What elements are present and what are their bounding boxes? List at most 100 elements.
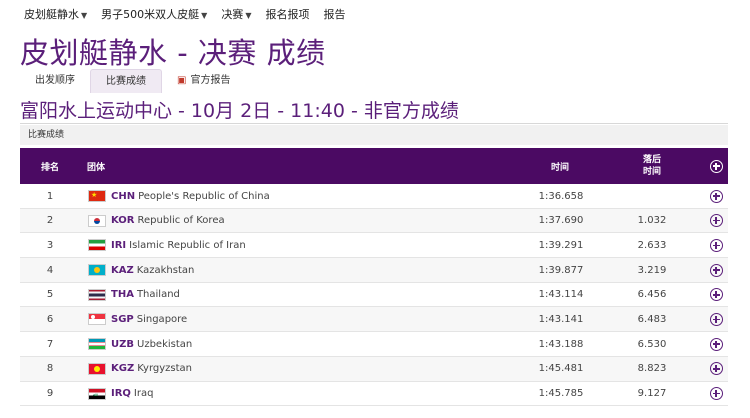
expand-row-button[interactable]	[708, 307, 724, 331]
table-row: 1 ★ CHN People's Republic of China 1:36.…	[20, 184, 728, 209]
table-row: 9 ﷲ IRQ Iraq 1:45.785 9.127	[20, 382, 728, 407]
team-cell: UZB Uzbekistan	[88, 332, 192, 356]
table-body: 1 ★ CHN People's Republic of China 1:36.…	[20, 184, 728, 407]
iran-flag-icon	[88, 239, 106, 252]
rank-cell: 9	[46, 388, 54, 399]
behind-cell: 3.219	[637, 264, 667, 276]
nav-discipline[interactable]: 皮划艇静水 ▼	[24, 6, 87, 22]
results-table: 排名 团体 时间 落后 时间 1 ★ CHN People's Republic …	[20, 148, 728, 407]
thailand-flag-icon	[88, 288, 106, 301]
rank-cell: 6	[46, 313, 54, 325]
uzbekistan-flag-icon	[88, 338, 106, 351]
time-cell: 1:45.785	[538, 388, 584, 399]
plus-circle-icon	[709, 312, 723, 326]
time-cell: 1:43.114	[538, 289, 584, 301]
table-header: 排名 团体 时间 落后 时间	[20, 148, 728, 184]
country-code: THA	[111, 289, 134, 301]
time-cell: 1:36.658	[538, 190, 584, 202]
china-flag-icon: ★	[88, 190, 106, 202]
country-name: Iraq	[133, 388, 154, 399]
plus-circle-icon	[709, 387, 723, 400]
rank-cell: 8	[46, 363, 54, 375]
country-name: Thailand	[136, 289, 180, 301]
header-team: 团体	[87, 162, 106, 173]
plus-circle-icon	[709, 263, 723, 277]
country-name: Republic of Korea	[137, 215, 225, 227]
page-title: 皮划艇静水 - 决赛 成绩	[20, 36, 326, 70]
behind-cell: 1.032	[637, 215, 667, 227]
section-label: 比赛成绩	[20, 125, 728, 145]
country-name: Islamic Republic of Iran	[129, 239, 246, 251]
country-name: People's Republic of China	[138, 190, 270, 202]
rank-cell: 2	[46, 215, 54, 227]
expand-row-button[interactable]	[708, 258, 724, 282]
team-cell: SGP Singapore	[88, 307, 187, 331]
rank-cell: 1	[46, 190, 54, 202]
pdf-icon: ▣	[177, 75, 187, 86]
country-name: Uzbekistan	[137, 338, 193, 350]
chevron-down-icon: ▼	[245, 11, 252, 20]
nav-reports[interactable]: 报告	[323, 6, 345, 22]
rank-cell: 3	[46, 239, 54, 251]
team-cell: ★ CHN People's Republic of China	[88, 184, 270, 208]
behind-cell: 2.633	[637, 239, 667, 251]
nav-entries[interactable]: 报名报项	[265, 6, 309, 22]
plus-circle-icon	[709, 214, 723, 228]
time-cell: 1:43.141	[538, 313, 584, 325]
time-cell: 1:45.481	[538, 363, 584, 375]
country-name: Kazakhstan	[136, 264, 195, 276]
plus-circle-icon	[709, 337, 723, 351]
nav-event[interactable]: 男子500米双人皮艇 ▼	[101, 6, 207, 22]
team-cell: ﷲ IRQ Iraq	[88, 382, 153, 406]
kyrgyzstan-flag-icon	[88, 362, 106, 375]
table-row: 4 KAZ Kazakhstan 1:39.877 3.219	[20, 258, 728, 283]
country-code: IRQ	[111, 388, 131, 399]
rank-cell: 7	[46, 338, 54, 350]
behind-cell: 9.127	[637, 388, 667, 399]
behind-cell: 8.823	[637, 363, 667, 375]
chevron-down-icon: ▼	[201, 11, 208, 20]
divider	[20, 123, 728, 124]
table-row: 5 THA Thailand 1:43.114 6.456	[20, 283, 728, 308]
country-name: Kyrgyzstan	[137, 363, 193, 375]
expand-all-button[interactable]	[708, 148, 724, 184]
chevron-down-icon: ▼	[81, 11, 88, 20]
plus-circle-icon	[709, 159, 723, 173]
kazakhstan-flag-icon	[88, 264, 106, 277]
top-navigation: 皮划艇静水 ▼ 男子500米双人皮艇 ▼ 决赛 ▼ 报名报项 报告	[0, 0, 750, 28]
country-code: KOR	[111, 215, 135, 227]
result-tabs: 出发顺序 比赛成绩 ▣ 官方报告	[20, 69, 245, 93]
team-cell: KOR Republic of Korea	[88, 209, 225, 233]
country-code: SGP	[111, 313, 134, 325]
behind-cell: 6.530	[637, 338, 667, 350]
time-cell: 1:43.188	[538, 338, 584, 350]
expand-row-button[interactable]	[708, 332, 724, 356]
country-code: IRI	[111, 239, 127, 251]
expand-row-button[interactable]	[708, 382, 724, 406]
expand-row-button[interactable]	[708, 184, 724, 208]
iraq-flag-icon: ﷲ	[88, 387, 106, 400]
team-cell: KAZ Kazakhstan	[88, 258, 194, 282]
expand-row-button[interactable]	[708, 233, 724, 257]
plus-circle-icon	[709, 238, 723, 252]
tab-results[interactable]: 比赛成绩	[90, 69, 162, 93]
tab-official-report[interactable]: ▣ 官方报告	[162, 69, 245, 93]
team-cell: IRI Islamic Republic of Iran	[88, 233, 246, 257]
rank-cell: 4	[46, 264, 54, 276]
korea-flag-icon	[88, 214, 106, 227]
expand-row-button[interactable]	[708, 283, 724, 307]
behind-cell: 6.483	[637, 313, 667, 325]
nav-phase[interactable]: 决赛 ▼	[221, 6, 251, 22]
time-cell: 1:39.291	[538, 239, 584, 251]
plus-circle-icon	[709, 189, 723, 203]
header-time: 时间	[550, 162, 569, 173]
tab-start-list[interactable]: 出发顺序	[20, 69, 90, 93]
country-code: UZB	[111, 338, 134, 350]
team-cell: THA Thailand	[88, 283, 180, 307]
expand-row-button[interactable]	[708, 357, 724, 381]
rank-cell: 5	[46, 289, 54, 301]
header-rank: 排名	[40, 162, 59, 173]
table-row: 6 SGP Singapore 1:43.141 6.483	[20, 307, 728, 333]
expand-row-button[interactable]	[708, 209, 724, 233]
plus-circle-icon	[709, 288, 723, 302]
